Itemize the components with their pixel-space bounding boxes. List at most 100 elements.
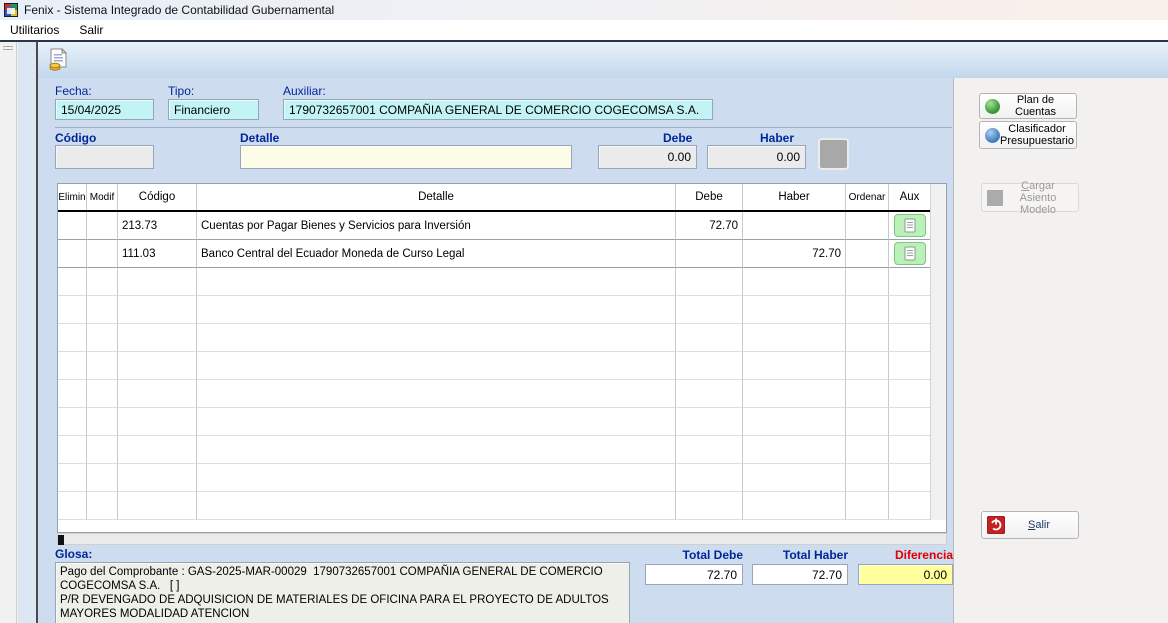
- cell-debe: [676, 408, 743, 436]
- cell-haber: [743, 464, 846, 492]
- cell-codigo: [118, 296, 197, 324]
- cell-codigo: [118, 464, 197, 492]
- aux-detail-button[interactable]: [894, 214, 926, 237]
- cell-debe: 72.70: [676, 212, 743, 240]
- entry-codigo-input[interactable]: [55, 145, 154, 169]
- cell-detalle: [197, 380, 676, 408]
- auxiliar-input[interactable]: 1790732657001 COMPAÑIA GENERAL DE COMERC…: [283, 99, 713, 120]
- cell-detalle: [197, 464, 676, 492]
- cell-haber: [743, 352, 846, 380]
- entry-haber-label: Haber: [760, 131, 794, 145]
- cell-elimin: [58, 492, 87, 520]
- cell-codigo: 111.03: [118, 240, 197, 268]
- cell-haber: [743, 268, 846, 296]
- clasificador-label-line2: Presupuestario: [1000, 135, 1074, 147]
- cell-debe: [676, 380, 743, 408]
- cell-modif: [87, 268, 118, 296]
- cell-modif: [87, 492, 118, 520]
- cell-codigo: [118, 268, 197, 296]
- cell-ordenar: [846, 380, 889, 408]
- cell-ordenar: [846, 268, 889, 296]
- cell-ordenar: [846, 408, 889, 436]
- cell-detalle: Banco Central del Ecuador Moneda de Curs…: [197, 240, 676, 268]
- cell-detalle: [197, 324, 676, 352]
- cargar-label-line2: Modelo: [1020, 204, 1056, 216]
- cell-ordenar: [846, 492, 889, 520]
- total-debe-label: Total Debe: [645, 548, 743, 562]
- cell-detalle: Cuentas por Pagar Bienes y Servicios par…: [197, 212, 676, 240]
- grid-header-ordenar: Ordenar: [846, 184, 889, 210]
- fecha-label: Fecha:: [55, 84, 92, 98]
- glosa-textarea[interactable]: Pago del Comprobante : GAS-2025-MAR-0002…: [55, 562, 630, 623]
- cell-haber: [743, 380, 846, 408]
- grid-body: 213.73Cuentas por Pagar Bienes y Servici…: [58, 212, 931, 520]
- cell-haber: [743, 408, 846, 436]
- auxiliar-label: Auxiliar:: [283, 84, 326, 98]
- menu-utilitarios[interactable]: Utilitarios: [0, 21, 69, 39]
- tipo-label: Tipo:: [168, 84, 194, 98]
- cell-elimin: [58, 324, 87, 352]
- cell-debe: [676, 240, 743, 268]
- left-collapsed-panel[interactable]: [0, 42, 17, 623]
- grid-empty-row: [58, 492, 931, 520]
- cell-debe: [676, 464, 743, 492]
- cell-detalle: [197, 352, 676, 380]
- cell-codigo: [118, 352, 197, 380]
- cell-aux: [889, 492, 931, 520]
- cell-codigo: [118, 436, 197, 464]
- menu-bar: Utilitarios Salir: [0, 20, 1168, 42]
- panel-grip-handle[interactable]: [3, 46, 13, 50]
- entry-debe-input[interactable]: 0.00: [598, 145, 697, 169]
- cell-elimin: [58, 240, 87, 268]
- menu-salir[interactable]: Salir: [69, 21, 113, 39]
- cell-ordenar: [846, 240, 889, 268]
- cell-codigo: [118, 492, 197, 520]
- cell-elimin: [58, 436, 87, 464]
- grid-header-codigo: Código: [118, 184, 197, 210]
- green-sphere-icon: [985, 99, 1000, 114]
- cell-modif: [87, 212, 118, 240]
- grid-row-1[interactable]: 111.03Banco Central del Ecuador Moneda d…: [58, 240, 931, 268]
- app-window: Fenix - Sistema Integrado de Contabilida…: [0, 0, 1168, 623]
- cell-haber: 72.70: [743, 240, 846, 268]
- cell-haber: [743, 296, 846, 324]
- entry-detalle-label: Detalle: [240, 131, 279, 145]
- aux-detail-button[interactable]: [894, 242, 926, 265]
- grid-horizontal-scrollbar[interactable]: [57, 533, 947, 545]
- cell-haber: [743, 324, 846, 352]
- total-haber-label: Total Haber: [752, 548, 848, 562]
- cell-aux: [889, 352, 931, 380]
- cell-ordenar: [846, 436, 889, 464]
- tipo-input[interactable]: Financiero: [168, 99, 259, 120]
- cell-aux: [889, 212, 931, 240]
- cell-aux: [889, 408, 931, 436]
- grid-header-debe: Debe: [676, 184, 743, 210]
- cell-modif: [87, 380, 118, 408]
- grid-row-0[interactable]: 213.73Cuentas por Pagar Bienes y Servici…: [58, 212, 931, 240]
- clasificador-presupuestario-button[interactable]: Clasificador Presupuestario: [979, 121, 1077, 149]
- plan-de-cuentas-button[interactable]: Plan de Cuentas: [979, 93, 1077, 119]
- cell-debe: [676, 268, 743, 296]
- new-entry-button[interactable]: [46, 47, 72, 73]
- cell-codigo: 213.73: [118, 212, 197, 240]
- cell-aux: [889, 240, 931, 268]
- right-side-panel: [953, 78, 1168, 623]
- cell-codigo: [118, 324, 197, 352]
- title-bar: Fenix - Sistema Integrado de Contabilida…: [0, 0, 1168, 20]
- salir-button[interactable]: Salir: [981, 511, 1079, 539]
- diferencia-value: 0.00: [858, 564, 953, 585]
- entry-haber-input[interactable]: 0.00: [707, 145, 806, 169]
- cell-debe: [676, 436, 743, 464]
- cell-detalle: [197, 436, 676, 464]
- grid-vertical-scrollbar[interactable]: [930, 184, 946, 520]
- entry-detalle-input[interactable]: [240, 145, 572, 169]
- cell-elimin: [58, 212, 87, 240]
- grid-empty-row: [58, 408, 931, 436]
- cell-ordenar: [846, 212, 889, 240]
- cell-elimin: [58, 464, 87, 492]
- cell-aux: [889, 268, 931, 296]
- grid-horizontal-scrollbar-thumb[interactable]: [58, 535, 64, 545]
- cell-ordenar: [846, 464, 889, 492]
- fecha-input[interactable]: 15/04/2025: [55, 99, 154, 120]
- grid-empty-row: [58, 380, 931, 408]
